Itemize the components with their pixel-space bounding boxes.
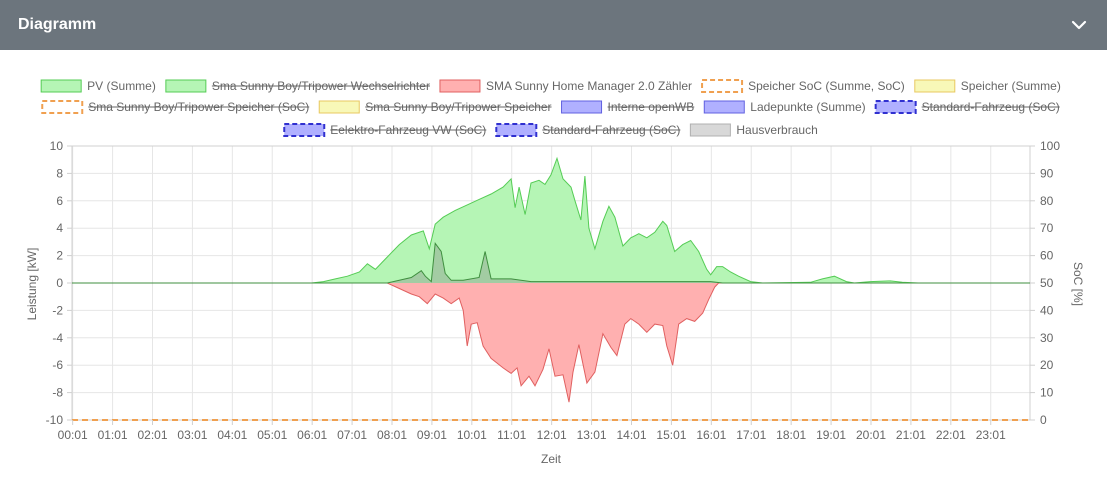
x-tick-label: 17:01: [736, 428, 766, 442]
x-tick-label: 20:01: [856, 428, 886, 442]
legend-label: Speicher SoC (Summe, SoC): [748, 79, 905, 93]
series-area: [72, 283, 1030, 403]
card-title: Diagramm: [18, 16, 97, 33]
legend-item: Eelektro-Fahrzeug VW (SoC): [283, 123, 486, 137]
y2-tick-label: 0: [1040, 413, 1047, 427]
y2-tick-label: 70: [1040, 221, 1054, 235]
legend-swatch: [701, 79, 744, 93]
legend-label: PV (Summe): [87, 79, 156, 93]
y2-tick-label: 90: [1040, 166, 1054, 180]
legend-item: Speicher (Summe): [914, 79, 1061, 93]
legend-item: PV (Summe): [40, 79, 156, 93]
x-tick-label: 10:01: [457, 428, 487, 442]
x-tick-label: 07:01: [337, 428, 367, 442]
y2-axis-label: SoC [%]: [1071, 262, 1085, 306]
y-tick-label: 6: [56, 194, 63, 208]
legend-swatch: [703, 100, 745, 114]
x-tick-label: 23:01: [976, 428, 1006, 442]
x-tick-label: 01:01: [98, 428, 128, 442]
y2-tick-label: 30: [1040, 331, 1054, 345]
y2-tick-label: 50: [1040, 276, 1054, 290]
legend: PV (Summe) Sma Sunny Boy/Tripower Wechsel…: [40, 79, 1061, 137]
y-tick-label: -6: [52, 358, 63, 372]
x-tick-label: 14:01: [616, 428, 646, 442]
x-tick-label: 22:01: [936, 428, 966, 442]
chevron-down-icon: [1071, 20, 1087, 30]
y-axis-label: Leistung [kW]: [25, 248, 39, 321]
y2-tick-label: 60: [1040, 249, 1054, 263]
legend-swatch: [41, 100, 84, 114]
legend-swatch: [874, 100, 917, 114]
x-tick-label: 16:01: [696, 428, 726, 442]
x-tick-label: 02:01: [137, 428, 167, 442]
legend-item: Speicher SoC (Summe, SoC): [701, 79, 905, 93]
legend-label: SMA Sunny Home Manager 2.0 Zähler: [486, 79, 692, 93]
legend-item: SMA Sunny Home Manager 2.0 Zähler: [439, 79, 692, 93]
legend-swatch: [495, 123, 538, 137]
y2-tick-label: 40: [1040, 303, 1054, 317]
y-tick-label: -2: [52, 303, 63, 317]
legend-item: Ladepunkte (Summe): [703, 100, 866, 114]
legend-item: Standard-Fahrzeug (SoC): [495, 123, 681, 137]
power-chart: PV (Summe) Sma Sunny Boy/Tripower Wechsel…: [25, 79, 1085, 466]
legend-item: Sma Sunny Boy/Tripower Speicher: [318, 100, 552, 114]
legend-swatch: [561, 100, 603, 114]
series: [72, 156, 1030, 284]
legend-item: Hausverbrauch: [689, 123, 818, 137]
legend-swatch: [914, 79, 956, 93]
x-tick-label: 15:01: [656, 428, 686, 442]
y-tick-label: 8: [56, 166, 63, 180]
y-tick-label: -8: [52, 386, 63, 400]
x-axis-label: Zeit: [541, 452, 562, 466]
y2-tick-label: 100: [1040, 139, 1060, 153]
legend-item: Sma Sunny Boy/Tripower Speicher (SoC): [41, 100, 310, 114]
legend-swatch: [40, 79, 82, 93]
y-tick-label: 2: [56, 249, 63, 263]
legend-item: Interne openWB: [561, 100, 695, 114]
x-tick-label: 05:01: [257, 428, 287, 442]
x-tick-label: 04:01: [217, 428, 247, 442]
legend-swatch: [318, 100, 360, 114]
series-areas: [72, 156, 1030, 421]
series-area: [72, 158, 1030, 283]
legend-swatch: [439, 79, 481, 93]
y2-tick-label: 10: [1040, 386, 1054, 400]
y-tick-label: 0: [56, 276, 63, 290]
legend-item: Sma Sunny Boy/Tripower Wechselrichter: [165, 79, 430, 93]
y2-tick-label: 20: [1040, 358, 1054, 372]
legend-label: Speicher (Summe): [961, 79, 1061, 93]
x-tick-label: 19:01: [816, 428, 846, 442]
x-tick-label: 18:01: [776, 428, 806, 442]
x-tick-label: 13:01: [577, 428, 607, 442]
x-tick-label: 03:01: [177, 428, 207, 442]
x-tick-label: 06:01: [297, 428, 327, 442]
y-tick-label: 10: [50, 139, 64, 153]
series: [72, 282, 1030, 403]
collapse-button[interactable]: [1069, 15, 1089, 35]
x-tick-label: 08:01: [377, 428, 407, 442]
card-header: Diagramm: [0, 0, 1107, 50]
legend-item: Standard-Fahrzeug (SoC): [874, 100, 1060, 114]
y-tick-label: -10: [46, 413, 64, 427]
legend-swatch: [165, 79, 207, 93]
y-tick-label: 4: [56, 221, 63, 235]
x-tick-label: 21:01: [896, 428, 926, 442]
legend-label: Hausverbrauch: [736, 123, 817, 137]
legend-swatch: [689, 123, 731, 137]
x-tick-label: 09:01: [417, 428, 447, 442]
x-tick-label: 00:01: [58, 428, 88, 442]
chart-area: PV (Summe) Sma Sunny Boy/Tripower Wechsel…: [0, 50, 1107, 480]
legend-swatch: [283, 123, 326, 137]
x-tick-label: 11:01: [497, 428, 526, 442]
y-tick-label: -4: [52, 331, 63, 345]
x-tick-label: 12:01: [537, 428, 567, 442]
y2-tick-label: 80: [1040, 194, 1054, 208]
legend-label: Ladepunkte (Summe): [750, 100, 865, 114]
